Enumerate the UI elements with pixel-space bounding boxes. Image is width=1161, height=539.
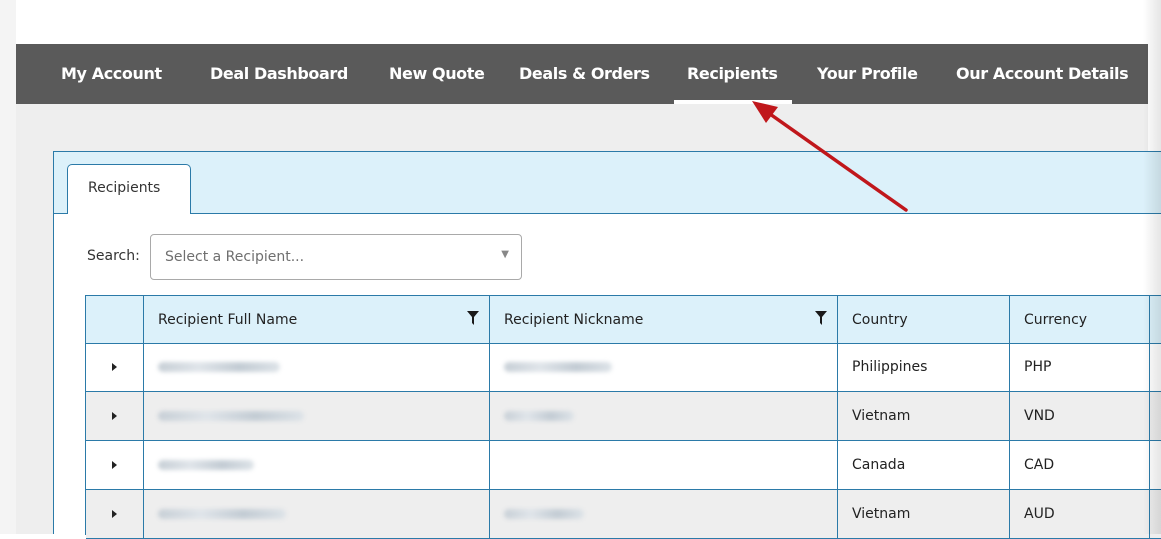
column-header-full-name[interactable]: Recipient Full Name — [144, 296, 490, 343]
country-cell: Vietnam — [838, 490, 1010, 538]
table-row[interactable]: Vietnam AUD — [86, 490, 1161, 539]
redacted-full-name — [158, 460, 254, 470]
search-placeholder: Select a Recipient... — [165, 249, 305, 265]
nav-my-account[interactable]: My Account — [61, 44, 162, 104]
nav-deal-dashboard[interactable]: Deal Dashboard — [210, 44, 348, 104]
expand-row-icon[interactable] — [112, 510, 117, 518]
column-header-country[interactable]: Country — [838, 296, 1010, 343]
nickname-cell — [490, 490, 838, 538]
recipients-panel: Recipients Search: Select a Recipient...… — [53, 151, 1161, 539]
expand-row-icon[interactable] — [112, 461, 117, 469]
table-row[interactable]: Vietnam VND — [86, 392, 1161, 441]
country-cell: Vietnam — [838, 392, 1010, 440]
full-name-cell — [144, 392, 490, 440]
filter-icon[interactable] — [815, 311, 827, 325]
column-header-label: Recipient Full Name — [158, 311, 298, 328]
currency-cell: VND — [1010, 392, 1150, 440]
full-name-cell — [144, 441, 490, 489]
table-header-row: Recipient Full Name Recipient Nickname C… — [86, 296, 1161, 344]
redacted-full-name — [158, 509, 286, 519]
expand-cell — [86, 441, 144, 489]
expand-column-header — [86, 296, 144, 343]
left-edge-strip — [0, 0, 16, 534]
recipient-search-select[interactable]: Select a Recipient... ▼ — [150, 234, 522, 280]
nav-new-quote[interactable]: New Quote — [389, 44, 485, 104]
table-row[interactable]: Canada CAD — [86, 441, 1161, 490]
redacted-nickname — [504, 411, 574, 421]
country-cell: Canada — [838, 441, 1010, 489]
full-name-cell — [144, 490, 490, 538]
country-cell: Philippines — [838, 343, 1010, 391]
right-edge-shadow — [1143, 0, 1161, 534]
full-name-cell — [144, 343, 490, 391]
redacted-full-name — [158, 411, 304, 421]
column-header-label: Recipient Nickname — [504, 311, 644, 328]
column-header-label: Country — [852, 311, 908, 328]
column-header-currency[interactable]: Currency — [1010, 296, 1150, 343]
expand-cell — [86, 490, 144, 538]
panel-tab-strip: Recipients — [54, 152, 1161, 214]
currency-cell: CAD — [1010, 441, 1150, 489]
currency-cell: PHP — [1010, 343, 1150, 391]
expand-row-icon[interactable] — [112, 412, 117, 420]
recipients-table: Recipient Full Name Recipient Nickname C… — [85, 295, 1161, 539]
column-header-label: Currency — [1024, 311, 1088, 328]
column-header-nickname[interactable]: Recipient Nickname — [490, 296, 838, 343]
expand-cell — [86, 343, 144, 391]
expand-cell — [86, 392, 144, 440]
redacted-nickname — [504, 509, 584, 519]
redacted-nickname — [504, 362, 612, 372]
redacted-full-name — [158, 362, 280, 372]
top-whitespace — [0, 0, 1161, 44]
tab-recipients[interactable]: Recipients — [67, 164, 191, 214]
filter-icon[interactable] — [467, 311, 479, 325]
nav-deals-orders[interactable]: Deals & Orders — [519, 44, 650, 104]
expand-row-icon[interactable] — [112, 363, 117, 371]
main-navigation: My Account Deal Dashboard New Quote Deal… — [16, 44, 1148, 104]
table-row[interactable]: Philippines PHP — [86, 343, 1161, 392]
nav-recipients[interactable]: Recipients — [674, 44, 791, 104]
nickname-cell — [490, 441, 838, 489]
nav-your-profile[interactable]: Your Profile — [817, 44, 918, 104]
chevron-down-icon: ▼ — [501, 249, 509, 260]
nickname-cell — [490, 343, 838, 391]
search-label: Search: — [87, 248, 140, 264]
currency-cell: AUD — [1010, 490, 1150, 538]
nav-our-account-details[interactable]: Our Account Details — [956, 44, 1129, 104]
nickname-cell — [490, 392, 838, 440]
